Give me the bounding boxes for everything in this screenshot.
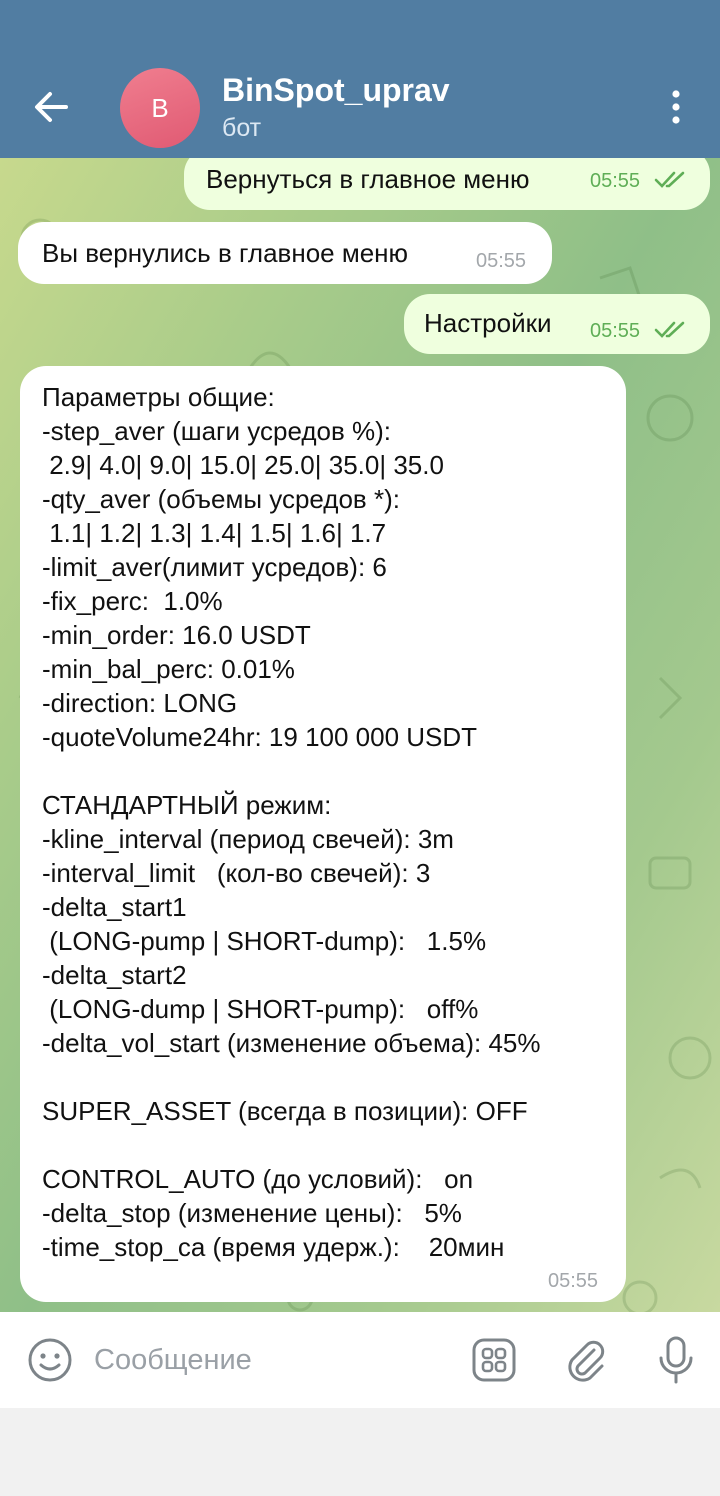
- message-bubble-incoming[interactable]: Параметры общие: -step_aver (шаги усредо…: [20, 366, 626, 1302]
- bot-menu-icon: [472, 1338, 516, 1382]
- message-text: Вы вернулись в главное меню: [42, 238, 409, 268]
- more-menu-button[interactable]: [660, 86, 692, 130]
- avatar[interactable]: B: [120, 68, 200, 148]
- attach-button[interactable]: [562, 1336, 610, 1384]
- double-check-icon: [654, 171, 685, 188]
- double-check-icon: [654, 321, 685, 338]
- chat-subtitle: бот: [222, 114, 262, 142]
- message-text: Настройки: [424, 308, 552, 338]
- message-bubble-outgoing[interactable]: Настройки 05:55: [404, 294, 710, 354]
- message-composer: [0, 1312, 720, 1408]
- message-input[interactable]: [94, 1336, 454, 1384]
- avatar-letter: B: [151, 92, 169, 123]
- back-arrow-icon: [35, 92, 68, 122]
- message-text: Вернуться в главное меню: [206, 164, 530, 194]
- back-button[interactable]: [26, 82, 76, 132]
- chat-header: B BinSpot_uprav бот: [0, 0, 720, 158]
- attach-icon: [568, 1340, 605, 1382]
- chat-area[interactable]: Вернуться в главное меню 05:55 Вы вернул…: [0, 158, 720, 1312]
- system-nav-area: [0, 1408, 720, 1496]
- message-time: 05:55: [590, 320, 641, 342]
- message-bubble-incoming[interactable]: Вы вернулись в главное меню 05:55: [18, 222, 552, 284]
- settings-message-text: Параметры общие: -step_aver (шаги усредо…: [42, 382, 541, 1262]
- emoji-icon: [28, 1338, 72, 1382]
- message-bubble-outgoing[interactable]: Вернуться в главное меню 05:55: [184, 158, 710, 210]
- message-time: 05:55: [548, 1270, 599, 1292]
- message-time: 05:55: [590, 170, 641, 192]
- mic-icon: [659, 1336, 693, 1384]
- more-vertical-icon: [672, 90, 680, 124]
- voice-message-button[interactable]: [652, 1334, 700, 1386]
- emoji-button[interactable]: [26, 1336, 74, 1384]
- message-time: 05:55: [476, 250, 527, 272]
- chat-title[interactable]: BinSpot_uprav: [222, 72, 450, 109]
- bot-menu-button[interactable]: [470, 1336, 518, 1384]
